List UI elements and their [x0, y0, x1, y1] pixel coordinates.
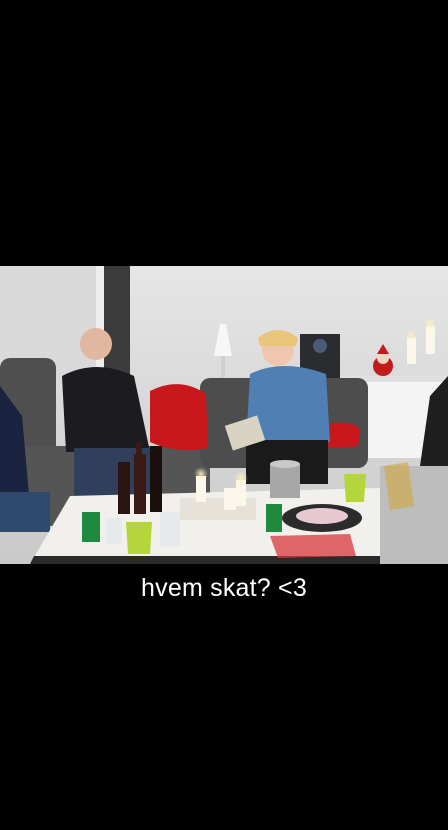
photo-image	[0, 266, 448, 564]
photo[interactable]	[0, 266, 448, 564]
photo-viewer: hvem skat? <3	[0, 0, 448, 830]
photo-caption: hvem skat? <3	[141, 574, 307, 602]
